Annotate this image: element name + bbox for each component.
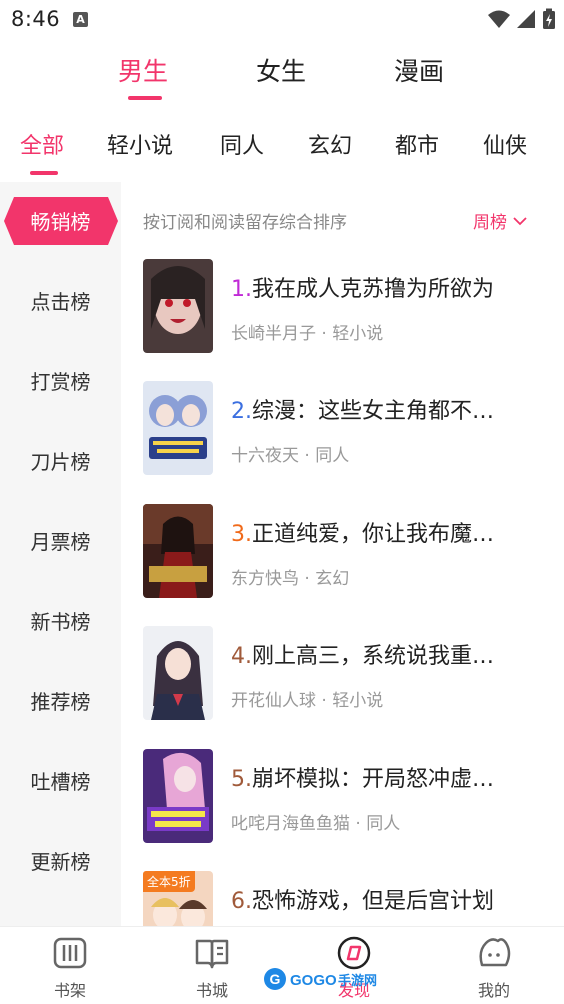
book-title-text: 恐怖游戏，但是后宫计划	[252, 889, 495, 914]
sidebar-item-updates[interactable]: 更新榜	[0, 837, 121, 887]
sidebar-item-blades[interactable]: 刀片榜	[0, 437, 121, 487]
tab-male[interactable]: 男生	[118, 52, 168, 88]
nav-bookstore[interactable]: 书城	[162, 927, 262, 1004]
period-dropdown[interactable]: 周榜	[473, 208, 527, 233]
sort-description: 按订阅和阅读留存综合排序	[143, 213, 347, 233]
tab-female[interactable]: 女生	[256, 52, 306, 88]
nav-profile-label: 我的	[477, 981, 510, 1000]
sidebar-item-monthly-votes[interactable]: 月票榜	[0, 517, 121, 567]
nav-bookshelf-label: 书架	[53, 981, 86, 1000]
book-rank: 5.	[231, 767, 252, 792]
book-title: 3.正道纯爱，你让我布魔…	[231, 516, 553, 548]
svg-text:GOGO: GOGO	[290, 972, 337, 989]
chevron-down-icon	[513, 216, 527, 225]
battery-icon	[543, 8, 555, 29]
book-rank: 2.	[231, 399, 252, 424]
book-title-text: 崩坏模拟：开局怒冲虚…	[252, 767, 495, 792]
status-time: 8:46	[11, 7, 61, 31]
svg-text:G: G	[270, 971, 281, 987]
wifi-icon	[488, 10, 510, 28]
book-cover	[143, 381, 213, 475]
book-title-text: 正道纯爱，你让我布魔…	[252, 522, 495, 547]
book-rank: 4.	[231, 644, 252, 669]
book-cover	[143, 504, 213, 598]
notification-icon: A	[73, 12, 88, 27]
sidebar-item-recommend[interactable]: 推荐榜	[0, 677, 121, 727]
signal-icon	[517, 10, 535, 28]
book-rank: 6.	[231, 889, 252, 914]
book-open-icon	[195, 939, 229, 969]
category-tab-xianxia[interactable]: 仙侠	[483, 128, 527, 160]
nav-bookshelf[interactable]: 书架	[20, 927, 120, 1004]
book-item[interactable]: 5.崩坏模拟：开局怒冲虚… 叱咤月海鱼鱼猫 · 同人	[143, 749, 553, 845]
book-cover	[143, 626, 213, 720]
status-bar: 8:46 A	[0, 0, 564, 40]
category-tab-indicator	[30, 171, 58, 175]
book-item[interactable]: 1.我在成人克苏撸为所欲为 长崎半月子 · 轻小说	[143, 259, 553, 355]
status-icons	[488, 8, 556, 30]
gender-tabs: 男生 女生 漫画	[0, 52, 564, 102]
category-tab-light-novel[interactable]: 轻小说	[107, 128, 173, 160]
book-title: 1.我在成人克苏撸为所欲为	[231, 271, 553, 303]
bookshelf-icon	[53, 937, 87, 969]
nav-bookstore-label: 书城	[195, 981, 228, 1000]
period-label: 周榜	[473, 213, 507, 233]
book-item[interactable]: 4.刚上高三，系统说我重… 开花仙人球 · 轻小说	[143, 626, 553, 722]
category-tab-all[interactable]: 全部	[20, 128, 64, 160]
sidebar-item-comments[interactable]: 吐槽榜	[0, 757, 121, 807]
book-meta: 开花仙人球 · 轻小说	[231, 691, 384, 711]
book-meta: 长崎半月子 · 轻小说	[231, 324, 384, 344]
discount-badge: 全本5折	[143, 871, 195, 892]
category-tab-fantasy[interactable]: 玄幻	[308, 128, 352, 160]
book-title: 6.恐怖游戏，但是后宫计划	[231, 883, 553, 915]
svg-text:手游网: 手游网	[338, 973, 377, 989]
book-title: 2.综漫：这些女主角都不…	[231, 393, 553, 425]
sidebar-item-bestseller[interactable]: 畅销榜	[0, 197, 121, 247]
sidebar-item-tips[interactable]: 打赏榜	[0, 357, 121, 407]
book-meta: 十六夜天 · 同人	[231, 446, 350, 466]
book-meta: 叱咤月海鱼鱼猫 · 同人	[231, 814, 401, 834]
tab-comic[interactable]: 漫画	[394, 52, 444, 88]
profile-face-icon	[479, 938, 511, 967]
category-tabs: 全部 轻小说 同人 玄幻 都市 仙侠	[0, 128, 564, 168]
book-title-text: 综漫：这些女主角都不…	[252, 399, 495, 424]
book-cover	[143, 749, 213, 843]
book-rank: 1.	[231, 277, 252, 302]
book-item[interactable]: 3.正道纯爱，你让我布魔… 东方快鸟 · 玄幻	[143, 504, 553, 600]
sidebar-item-clicks[interactable]: 点击榜	[0, 277, 121, 327]
category-tab-urban[interactable]: 都市	[395, 128, 439, 160]
category-tab-fan-fiction[interactable]: 同人	[220, 128, 264, 160]
book-meta: 东方快鸟 · 玄幻	[231, 569, 350, 589]
book-item[interactable]: 2.综漫：这些女主角都不… 十六夜天 · 同人	[143, 381, 553, 477]
watermark-logo: G GOGO 手游网	[264, 968, 377, 990]
book-cover	[143, 259, 213, 353]
nav-profile[interactable]: 我的	[444, 927, 544, 1004]
book-title-text: 我在成人克苏撸为所欲为	[252, 277, 495, 302]
gender-tab-indicator	[128, 96, 162, 100]
sidebar-item-new-books[interactable]: 新书榜	[0, 597, 121, 647]
book-title: 5.崩坏模拟：开局怒冲虚…	[231, 761, 553, 793]
book-title: 4.刚上高三，系统说我重…	[231, 638, 553, 670]
book-title-text: 刚上高三，系统说我重…	[252, 644, 495, 669]
book-rank: 3.	[231, 522, 252, 547]
